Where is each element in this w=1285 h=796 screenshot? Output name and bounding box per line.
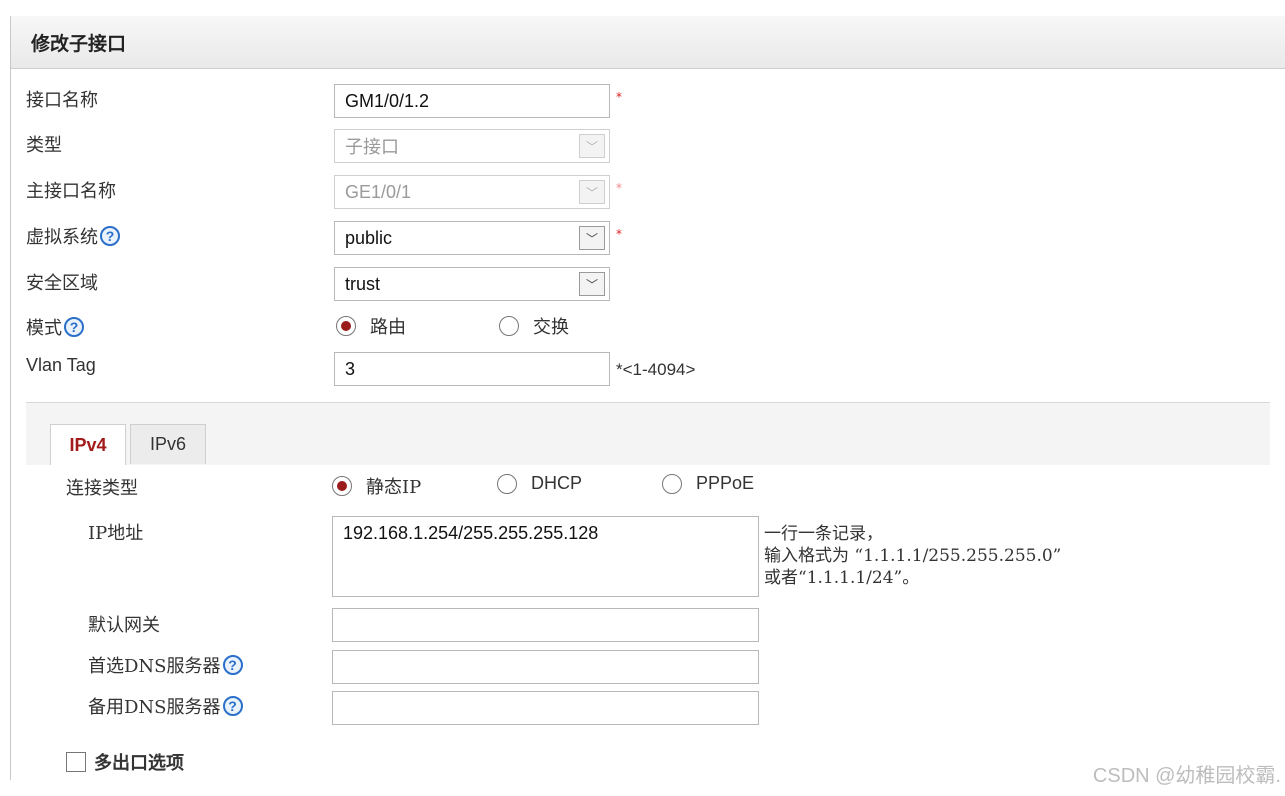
- interface-name-input[interactable]: GM1/0/1.2: [334, 84, 610, 118]
- dialog-title: 修改子接口: [31, 33, 127, 55]
- mode-route-label: 路由: [370, 317, 406, 338]
- tab-ipv4[interactable]: IPv4: [50, 424, 126, 466]
- secondary-dns-input[interactable]: [332, 691, 759, 725]
- mode-label: 模式 ?: [26, 314, 84, 340]
- default-gateway-label: 默认网关: [88, 615, 160, 636]
- chevron-down-icon: ﹀: [579, 134, 605, 158]
- dhcp-label: DHCP: [531, 473, 583, 493]
- primary-dns-label-text: 首选DNS服务器: [88, 656, 221, 677]
- static-ip-radio[interactable]: 静态IP: [332, 473, 421, 499]
- static-ip-label: 静态IP: [366, 477, 422, 498]
- multi-exit-label: 多出口选项: [94, 753, 184, 774]
- mode-switch-radio[interactable]: 交换: [499, 313, 569, 339]
- ip-tab-bar: IPv4 IPv6: [26, 403, 1270, 466]
- security-zone-select[interactable]: trust ﹀: [334, 267, 610, 301]
- pppoe-label: PPPoE: [696, 473, 755, 493]
- radio-unselected-icon: [497, 473, 517, 494]
- vlan-tag-range-hint: *<1-4094>: [616, 360, 696, 379]
- chevron-down-icon: ﹀: [579, 180, 605, 204]
- help-icon[interactable]: ?: [222, 696, 243, 716]
- ip-config-panel: IPv4 IPv6: [26, 402, 1270, 793]
- radio-selected-icon: [332, 476, 352, 496]
- hint-line: 输入格式为 “1.1.1.1/255.255.255.0”: [764, 546, 1062, 566]
- mode-route-radio[interactable]: 路由: [336, 313, 406, 339]
- ip-address-label: IP地址: [88, 523, 144, 544]
- ip-address-textarea[interactable]: 192.168.1.254/255.255.255.128: [332, 516, 759, 597]
- vlan-tag-label: Vlan Tag: [26, 355, 96, 375]
- dialog-header: 修改子接口: [11, 16, 1285, 69]
- primary-dns-label: 首选DNS服务器 ?: [88, 652, 243, 678]
- interface-name-label: 接口名称: [26, 90, 98, 111]
- ip-address-format-hint: 一行一条记录， 输入格式为 “1.1.1.1/255.255.255.0” 或者…: [764, 523, 1061, 589]
- radio-unselected-icon: [662, 473, 682, 494]
- pppoe-radio[interactable]: PPPoE: [662, 473, 754, 494]
- watermark: CSDN @幼稚园校霸.: [1092, 765, 1281, 787]
- vlan-tag-value: 3: [345, 358, 356, 379]
- mode-switch-label: 交换: [533, 317, 569, 338]
- dhcp-radio[interactable]: DHCP: [497, 473, 582, 494]
- security-zone-label: 安全区域: [26, 273, 98, 294]
- hint-line: 或者“1.1.1.1/24”。: [764, 568, 920, 588]
- required-marker: *: [616, 181, 622, 195]
- security-zone-value: trust: [345, 273, 381, 294]
- type-value: 子接口: [345, 137, 399, 158]
- hint-line: 一行一条记录，: [764, 524, 883, 544]
- main-interface-label: 主接口名称: [26, 181, 116, 202]
- radio-unselected-icon: [499, 316, 519, 336]
- required-marker: *: [616, 90, 622, 104]
- tab-ipv6[interactable]: IPv6: [130, 424, 206, 464]
- multi-exit-checkbox[interactable]: 多出口选项: [66, 749, 184, 775]
- ip-address-value: 192.168.1.254/255.255.255.128: [343, 523, 599, 543]
- virtual-system-label: 虚拟系统 ?: [26, 223, 120, 249]
- secondary-dns-label: 备用DNS服务器 ?: [88, 693, 243, 719]
- type-select: 子接口 ﹀: [334, 129, 610, 163]
- default-gateway-input[interactable]: [332, 608, 759, 642]
- radio-selected-icon: [336, 316, 356, 336]
- interface-name-value: GM1/0/1.2: [345, 90, 430, 111]
- chevron-down-icon[interactable]: ﹀: [579, 272, 605, 296]
- required-marker: *: [616, 227, 622, 241]
- help-icon[interactable]: ?: [100, 226, 120, 246]
- secondary-dns-label-text: 备用DNS服务器: [88, 697, 221, 718]
- mode-label-text: 模式: [26, 318, 62, 339]
- virtual-system-value: public: [345, 227, 393, 248]
- help-icon[interactable]: ?: [64, 317, 84, 337]
- type-label: 类型: [26, 135, 62, 156]
- vlan-tag-input[interactable]: 3: [334, 352, 610, 386]
- checkbox-unchecked-icon: [66, 752, 86, 772]
- virtual-system-label-text: 虚拟系统: [26, 227, 98, 248]
- main-interface-value: GE1/0/1: [345, 181, 412, 202]
- main-interface-select: GE1/0/1 ﹀: [334, 175, 610, 209]
- help-icon[interactable]: ?: [222, 655, 243, 675]
- virtual-system-select[interactable]: public ﹀: [334, 221, 610, 255]
- connection-type-label: 连接类型: [66, 478, 138, 499]
- chevron-down-icon[interactable]: ﹀: [579, 226, 605, 250]
- primary-dns-input[interactable]: [332, 650, 759, 684]
